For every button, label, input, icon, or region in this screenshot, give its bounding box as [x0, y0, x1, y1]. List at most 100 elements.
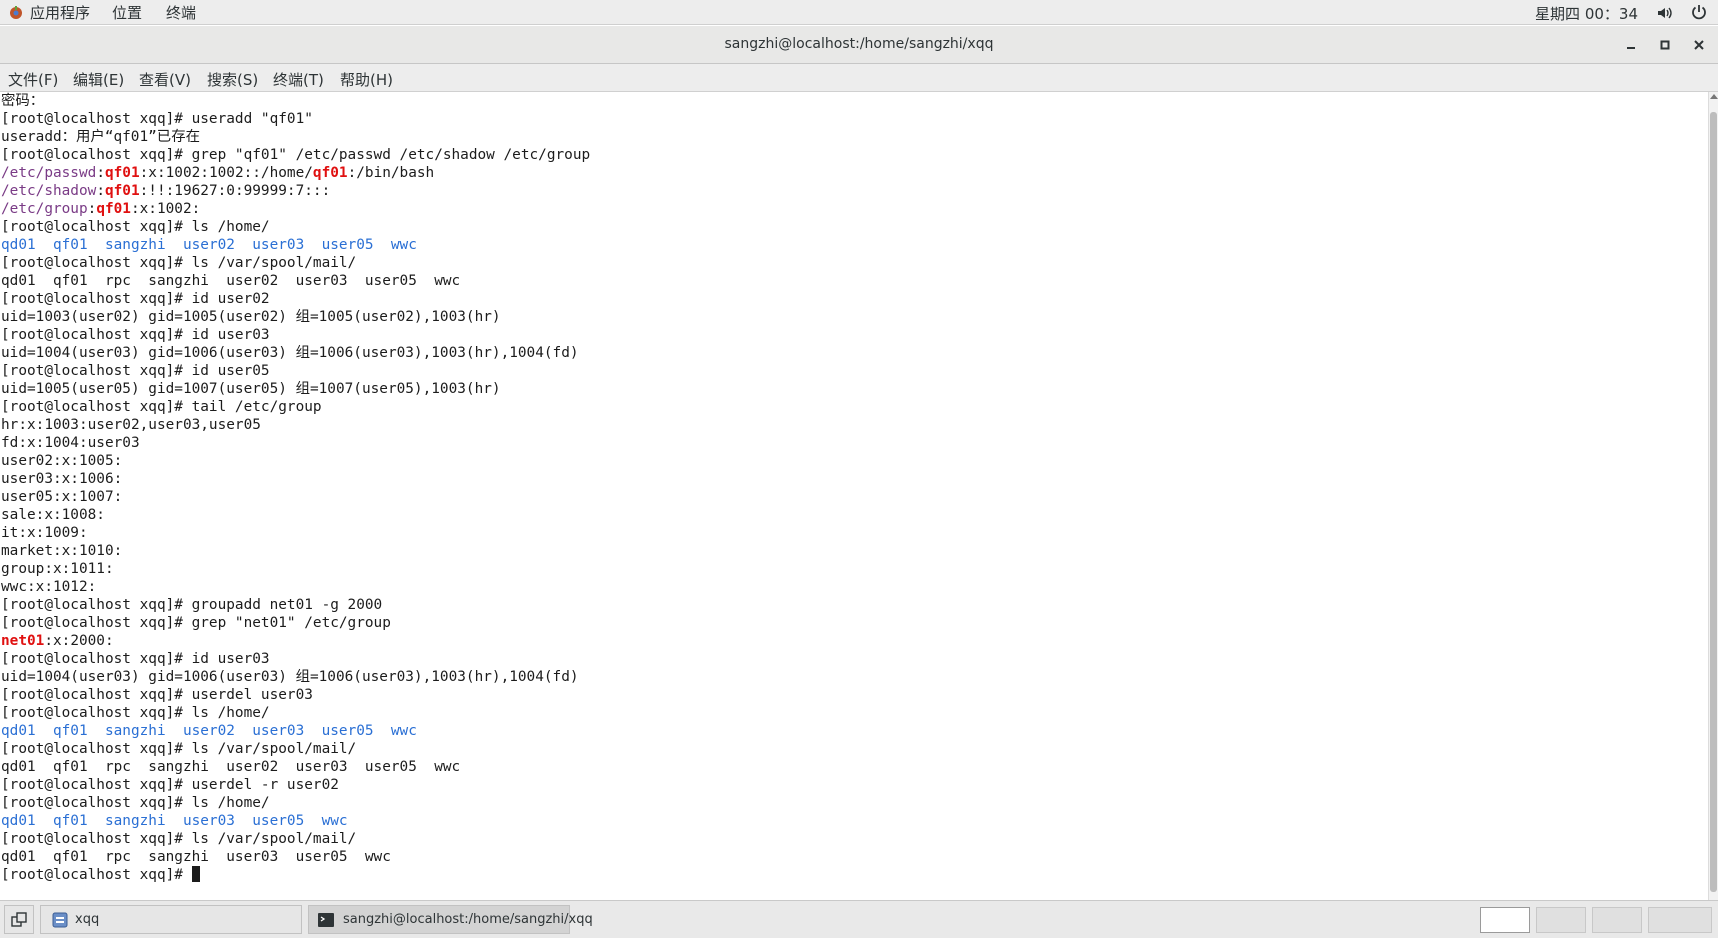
terminal-text: uid=1003(user02) gid=1005(user02) 组=1005…	[1, 309, 501, 325]
workspace-1[interactable]	[1480, 907, 1530, 933]
show-desktop-icon	[11, 912, 27, 927]
workspace-4[interactable]	[1648, 907, 1712, 933]
taskbar-item-terminal[interactable]: sangzhi@localhost:/home/sangzhi/xqq	[308, 905, 593, 934]
menu-edit[interactable]: 编辑(E)	[73, 69, 124, 90]
taskbar-item-label: sangzhi@localhost:/home/sangzhi/xqq	[343, 912, 593, 927]
terminal-line: user05:x:1007:	[0, 488, 1708, 506]
terminal-directory-text: wwc	[321, 813, 348, 829]
terminal-directory-text: user02	[182, 237, 235, 253]
terminal-line: hr:x:1003:user02,user03,user05	[0, 416, 1708, 434]
terminal-directory-text: user03	[252, 237, 305, 253]
terminal-menu[interactable]: 终端	[166, 2, 196, 23]
terminal-directory-text: sangzhi	[104, 813, 166, 829]
terminal-text: [root@localhost xqq]# ls /home/	[1, 219, 270, 235]
terminal-line: uid=1005(user05) gid=1007(user05) 组=1007…	[0, 380, 1708, 398]
terminal-match-text: qf01	[104, 165, 140, 181]
clock[interactable]: 星期四 00：34	[1535, 3, 1638, 24]
terminal-line: qd01 qf01 rpc sangzhi user02 user03 user…	[0, 272, 1708, 290]
terminal-directory-text: user05	[321, 237, 374, 253]
terminal-line: qd01 qf01 sangzhi user02 user03 user05 w…	[0, 722, 1708, 740]
terminal-text: [root@localhost xqq]# ls /var/spool/mail…	[1, 255, 357, 271]
terminal-text: :	[96, 183, 105, 199]
terminal-line: qd01 qf01 sangzhi user03 user05 wwc	[0, 812, 1708, 830]
terminal-directory-text: wwc	[390, 237, 417, 253]
top-panel: 应用程序 位置 终端 星期四 00：34	[0, 0, 1718, 25]
volume-icon[interactable]	[1656, 4, 1674, 22]
terminal-text: [root@localhost xqq]# grep "qf01" /etc/p…	[1, 147, 591, 163]
file-manager-icon	[52, 912, 68, 928]
terminal-text: useradd：用户“qf01”已存在	[1, 129, 200, 145]
terminal-text: [root@localhost xqq]# useradd "qf01"	[1, 111, 313, 127]
close-button[interactable]	[1688, 34, 1710, 56]
apps-menu[interactable]: 应用程序	[30, 2, 90, 23]
terminal-text: [root@localhost xqq]# id user02	[1, 291, 270, 307]
minimize-icon	[1627, 47, 1635, 49]
menu-file[interactable]: 文件(F)	[8, 69, 58, 90]
terminal-line: uid=1003(user02) gid=1005(user02) 组=1005…	[0, 308, 1708, 326]
terminal-scrollbar[interactable]	[1708, 92, 1718, 900]
terminal-text: :x:2000:	[44, 633, 114, 649]
terminal-output[interactable]: 密码： [root@localhost xqq]# useradd "qf01" u…	[0, 92, 1708, 900]
terminal-line: qd01 qf01 rpc sangzhi user03 user05 wwc	[0, 848, 1708, 866]
terminal-text: user03:x:1006:	[1, 471, 123, 487]
menu-help[interactable]: 帮助(H)	[340, 69, 393, 90]
terminal-match-text: net01	[1, 633, 45, 649]
terminal-line: [root@localhost xqq]# userdel -r user02	[0, 776, 1708, 794]
taskbar-item-label: xqq	[75, 912, 100, 927]
terminal-directory-text: qd01	[1, 723, 36, 739]
workspace-2[interactable]	[1536, 907, 1586, 933]
terminal-directory-text: user03	[182, 813, 235, 829]
terminal-text: qd01 qf01 rpc sangzhi user02 user03 user…	[1, 273, 461, 289]
terminal-text: :	[87, 201, 97, 217]
power-icon[interactable]	[1690, 3, 1708, 21]
taskbar-item-xqq[interactable]: xqq	[40, 905, 302, 934]
terminal-line: fd:x:1004:user03	[0, 434, 1708, 452]
terminal-line: [root@localhost xqq]# ls /home/	[0, 794, 1708, 812]
terminal-line: group:x:1011:	[0, 560, 1708, 578]
terminal-text: fd:x:1004:user03	[1, 435, 140, 451]
scrollbar-thumb[interactable]	[1710, 112, 1717, 892]
terminal-line: uid=1004(user03) gid=1006(user03) 组=1006…	[0, 668, 1708, 686]
terminal-line: [root@localhost xqq]#	[0, 866, 1708, 884]
terminal-text: [root@localhost xqq]# userdel -r user02	[1, 777, 339, 793]
terminal-text: [root@localhost xqq]# ls /home/	[1, 705, 270, 721]
terminal-text: [root@localhost xqq]# userdel user03	[1, 687, 313, 703]
terminal-match-text: qf01	[96, 201, 131, 217]
terminal-text: user02:x:1005:	[1, 453, 123, 469]
menu-terminal[interactable]: 终端(T)	[273, 69, 324, 90]
terminal-text: :!!:19627:0:99999:7:::	[139, 183, 331, 199]
terminal-text: [root@localhost xqq]# id user05	[1, 363, 270, 379]
terminal-line: [root@localhost xqq]# grep "net01" /etc/…	[0, 614, 1708, 632]
terminal-text: uid=1005(user05) gid=1007(user05) 组=1007…	[1, 381, 501, 397]
terminal-menubar: 文件(F) 编辑(E) 查看(V) 搜索(S) 终端(T) 帮助(H)	[0, 64, 1718, 92]
menu-search[interactable]: 搜索(S)	[207, 69, 258, 90]
terminal-text: [root@localhost xqq]# tail /etc/group	[1, 399, 322, 415]
terminal-line: /etc/passwd:qf01:x:1002:1002::/home/qf01…	[0, 164, 1708, 182]
terminal-line: [root@localhost xqq]# id user05	[0, 362, 1708, 380]
terminal-line: /etc/group:qf01:x:1002:	[0, 200, 1708, 218]
terminal-line: it:x:1009:	[0, 524, 1708, 542]
terminal-directory-text: qd01	[1, 813, 36, 829]
terminal-line: [root@localhost xqq]# ls /var/spool/mail…	[0, 740, 1708, 758]
window-titlebar[interactable]: sangzhi@localhost:/home/sangzhi/xqq	[0, 26, 1718, 64]
terminal-text: hr:x:1003:user02,user03,user05	[1, 417, 261, 433]
terminal-line: qd01 qf01 sangzhi user02 user03 user05 w…	[0, 236, 1708, 254]
minimize-button[interactable]	[1620, 34, 1642, 56]
scroll-up-icon[interactable]	[1710, 94, 1718, 99]
terminal-filename-text: /etc/shadow	[1, 183, 97, 199]
places-menu[interactable]: 位置	[112, 2, 142, 23]
menu-view[interactable]: 查看(V)	[139, 69, 191, 90]
workspace-3[interactable]	[1592, 907, 1642, 933]
maximize-button[interactable]	[1654, 34, 1676, 56]
show-desktop-button[interactable]	[4, 905, 34, 934]
terminal-match-text: qf01	[104, 183, 140, 199]
apps-icon[interactable]	[8, 5, 24, 21]
